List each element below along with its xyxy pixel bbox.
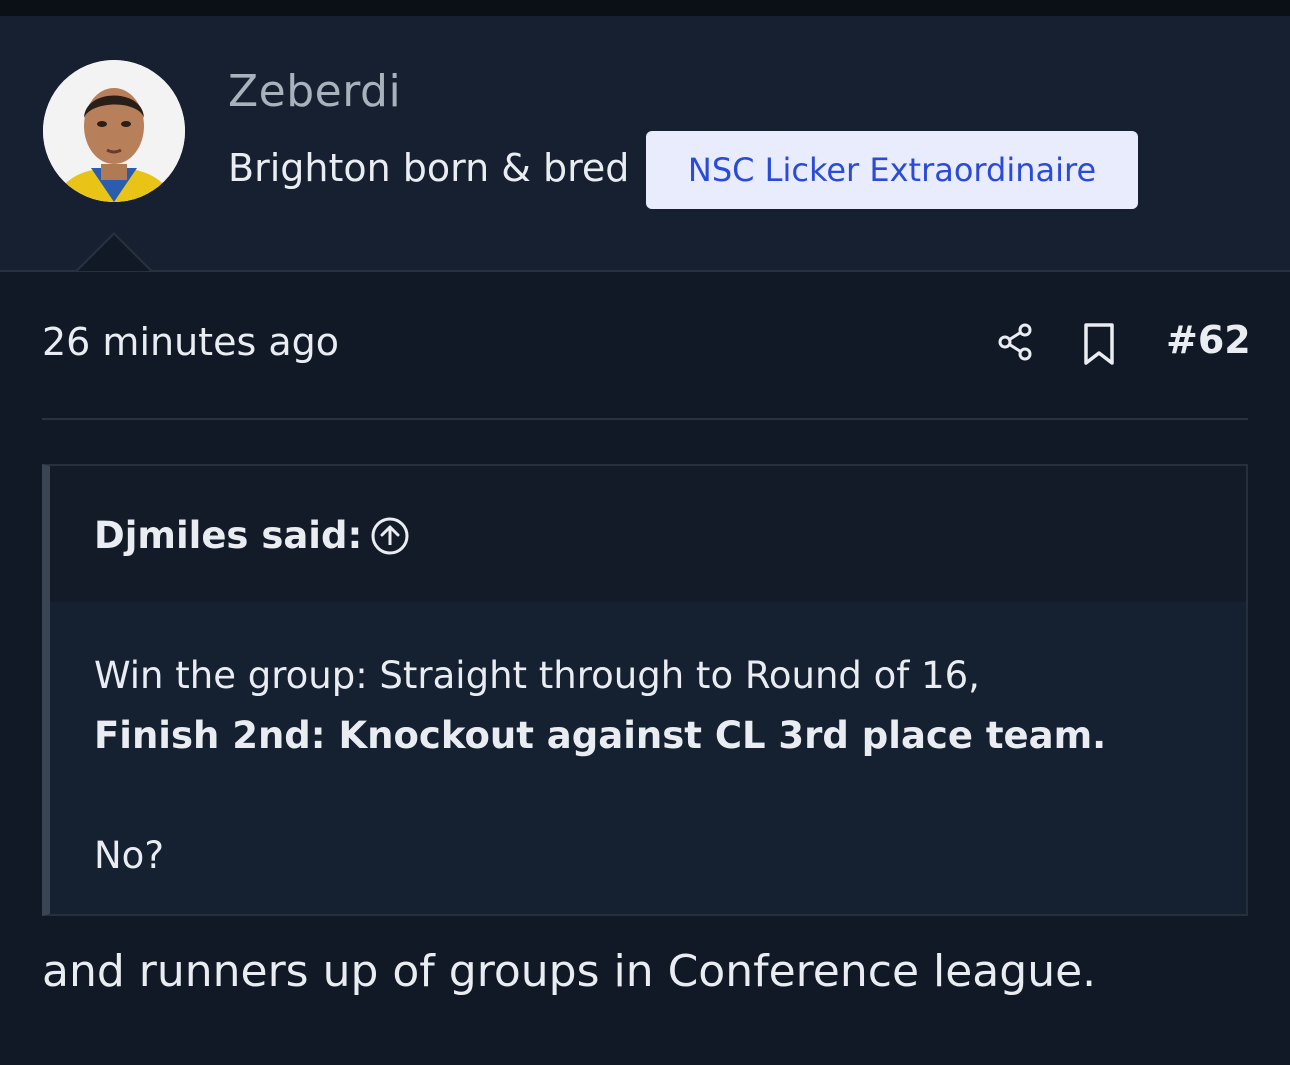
share-icon[interactable] <box>996 322 1036 362</box>
user-title: Brighton born & bred <box>228 146 630 190</box>
meta-divider <box>42 418 1248 420</box>
quote-line-3: No? <box>94 834 164 877</box>
quote-header: Djmiles said: <box>50 466 1246 602</box>
user-banner: NSC Licker Extraordinaire <box>646 131 1138 209</box>
quote-block: Djmiles said: Win the group: Straight th… <box>42 464 1248 916</box>
post-timestamp[interactable]: 26 minutes ago <box>42 320 339 364</box>
quote-author[interactable]: Djmiles said: <box>94 514 362 557</box>
post-number[interactable]: #62 <box>1166 318 1251 362</box>
avatar-image <box>43 60 185 202</box>
username[interactable]: Zeberdi <box>228 66 401 117</box>
avatar[interactable] <box>43 60 185 202</box>
arrow-up-circle-icon[interactable] <box>370 516 410 556</box>
quote-line-1: Win the group: Straight through to Round… <box>94 654 980 697</box>
quote-spacer <box>94 766 1106 826</box>
post-body-text: and runners up of groups in Conference l… <box>42 946 1097 997</box>
quote-body: Win the group: Straight through to Round… <box>94 646 1106 886</box>
top-bar <box>0 0 1290 16</box>
quote-line-2: Finish 2nd: Knockout against CL 3rd plac… <box>94 714 1107 757</box>
header-arrow-inner <box>78 235 150 271</box>
bookmark-icon[interactable] <box>1082 322 1116 366</box>
